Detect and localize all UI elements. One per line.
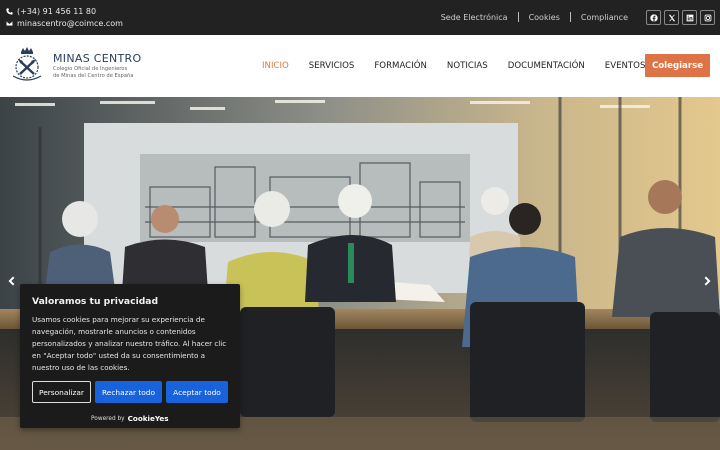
logo-title[interactable]: MINAS CENTRO bbox=[53, 52, 141, 65]
envelope-icon bbox=[6, 21, 13, 26]
divider bbox=[569, 12, 571, 22]
link-sede-electronica[interactable]: Sede Electrónica bbox=[441, 13, 508, 22]
cookie-consent-banner: Valoramos tu privacidad Usamos cookies p… bbox=[20, 284, 240, 428]
social-links bbox=[646, 10, 715, 25]
slider-prev-button[interactable] bbox=[6, 271, 16, 286]
divider bbox=[517, 12, 519, 22]
accept-all-button[interactable]: Aceptar todo bbox=[166, 381, 228, 403]
nav-item-servicios[interactable]: SERVICIOS bbox=[309, 61, 355, 71]
top-bar: (+34) 91 456 11 80 minascentro@coimce.co… bbox=[0, 0, 720, 35]
colegiarse-button[interactable]: Colegiarse bbox=[645, 54, 710, 77]
crest-logo-icon[interactable] bbox=[10, 46, 44, 82]
x-icon bbox=[668, 14, 675, 21]
logo-subtitle: Colegio Oficial de Ingenieros de Minas d… bbox=[53, 66, 133, 80]
logo-subtitle-line: Colegio Oficial de Ingenieros bbox=[53, 66, 128, 72]
cookie-description: Usamos cookies para mejorar su experienc… bbox=[32, 315, 227, 372]
nav-item-eventos-label: EVENTOS bbox=[604, 61, 646, 71]
link-cookies[interactable]: Cookies bbox=[529, 13, 560, 22]
instagram-icon bbox=[704, 14, 711, 21]
email-contact[interactable]: minascentro@coimce.com bbox=[6, 19, 123, 28]
nav-item-formacion[interactable]: FORMACIÓN bbox=[374, 61, 427, 71]
facebook-link[interactable] bbox=[646, 10, 661, 25]
slider-next-button[interactable] bbox=[703, 271, 713, 286]
phone-contact[interactable]: (+34) 91 456 11 80 bbox=[6, 7, 96, 16]
phone-number: (+34) 91 456 11 80 bbox=[17, 7, 97, 16]
instagram-link[interactable] bbox=[700, 10, 715, 25]
chevron-right-icon bbox=[704, 276, 711, 286]
chevron-left-icon bbox=[8, 276, 15, 286]
nav-item-noticias[interactable]: NOTICIAS bbox=[447, 61, 488, 71]
customize-button[interactable]: Personalizar bbox=[32, 381, 91, 403]
linkedin-link[interactable] bbox=[682, 10, 697, 25]
cookieyes-logo[interactable]: CookieYes bbox=[128, 414, 169, 423]
phone-icon bbox=[6, 8, 13, 15]
reject-all-button[interactable]: Rechazar todo bbox=[95, 381, 162, 403]
facebook-icon bbox=[649, 13, 658, 22]
site-header: MINAS CENTRO Colegio Oficial de Ingenier… bbox=[0, 35, 720, 97]
email-address: minascentro@coimce.com bbox=[17, 19, 123, 28]
cookie-title: Valoramos tu privacidad bbox=[32, 296, 159, 307]
powered-by-label: Powered by bbox=[91, 415, 125, 422]
nav-item-inicio[interactable]: INICIO bbox=[262, 61, 289, 71]
top-links: Sede Electrónica Cookies Compliance bbox=[441, 12, 628, 22]
link-compliance[interactable]: Compliance bbox=[581, 13, 628, 22]
linkedin-icon bbox=[686, 14, 693, 21]
nav-item-documentacion[interactable]: DOCUMENTACIÓN bbox=[508, 61, 585, 71]
main-nav: INICIO SERVICIOS FORMACIÓN NOTICIAS DOCU… bbox=[262, 61, 677, 71]
x-link[interactable] bbox=[664, 10, 679, 25]
powered-by: Powered by CookieYes bbox=[91, 414, 169, 423]
logo-subtitle-line: de Minas del Centro de España bbox=[53, 73, 134, 79]
